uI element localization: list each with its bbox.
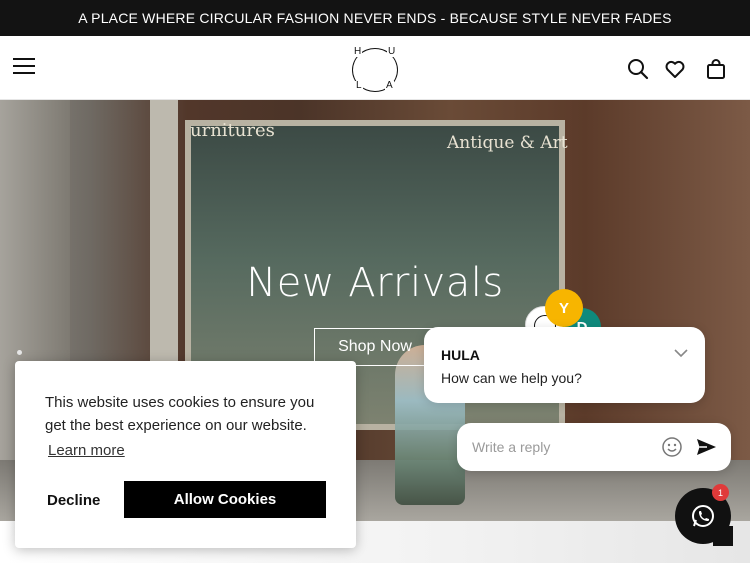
whatsapp-icon [692,505,714,527]
agent-initial-y: Y [558,299,569,317]
announcement-bar: A PLACE WHERE CIRCULAR FASHION NEVER END… [0,0,750,36]
hero-title: New Arrivals [246,260,504,306]
learn-more-link[interactable]: Learn more [48,442,125,459]
chat-business-name: HULA [441,347,480,363]
menu-icon[interactable] [13,58,35,78]
send-icon[interactable] [695,436,717,458]
logo-letter-h: H [353,46,363,57]
whatsapp-chat-button[interactable]: 1 [675,484,733,546]
cookie-banner: This website uses cookies to ensure you … [15,361,356,548]
bag-icon[interactable] [704,57,728,81]
sign-antique: Antique & Art [447,133,568,153]
allow-cookies-button[interactable]: Allow Cookies [124,481,326,518]
chat-reply-box [457,423,731,471]
chat-welcome-card[interactable]: HULA How can we help you? [424,327,705,403]
cookie-message: This website uses cookies to ensure you … [45,394,315,434]
logo-letter-a: A [385,80,394,91]
chevron-down-icon[interactable] [673,345,689,361]
search-icon[interactable] [626,57,650,81]
announcement-text: A PLACE WHERE CIRCULAR FASHION NEVER END… [78,10,672,26]
heart-icon[interactable] [663,57,687,81]
unread-badge: 1 [712,484,729,501]
chat-bubble-tail [713,526,733,546]
decline-button[interactable]: Decline [47,482,127,518]
site-header: H U L A [0,36,750,100]
chat-greeting: How can we help you? [441,370,582,386]
sign-furnitures: urnitures [190,120,275,141]
logo[interactable]: H U L A [349,44,401,94]
slider-dot[interactable] [17,350,22,355]
reply-input[interactable] [472,437,652,457]
emoji-icon[interactable] [661,436,683,458]
logo-letter-l: L [355,80,363,91]
agent-avatar-y: Y [545,289,583,327]
logo-letter-u: U [387,46,397,57]
